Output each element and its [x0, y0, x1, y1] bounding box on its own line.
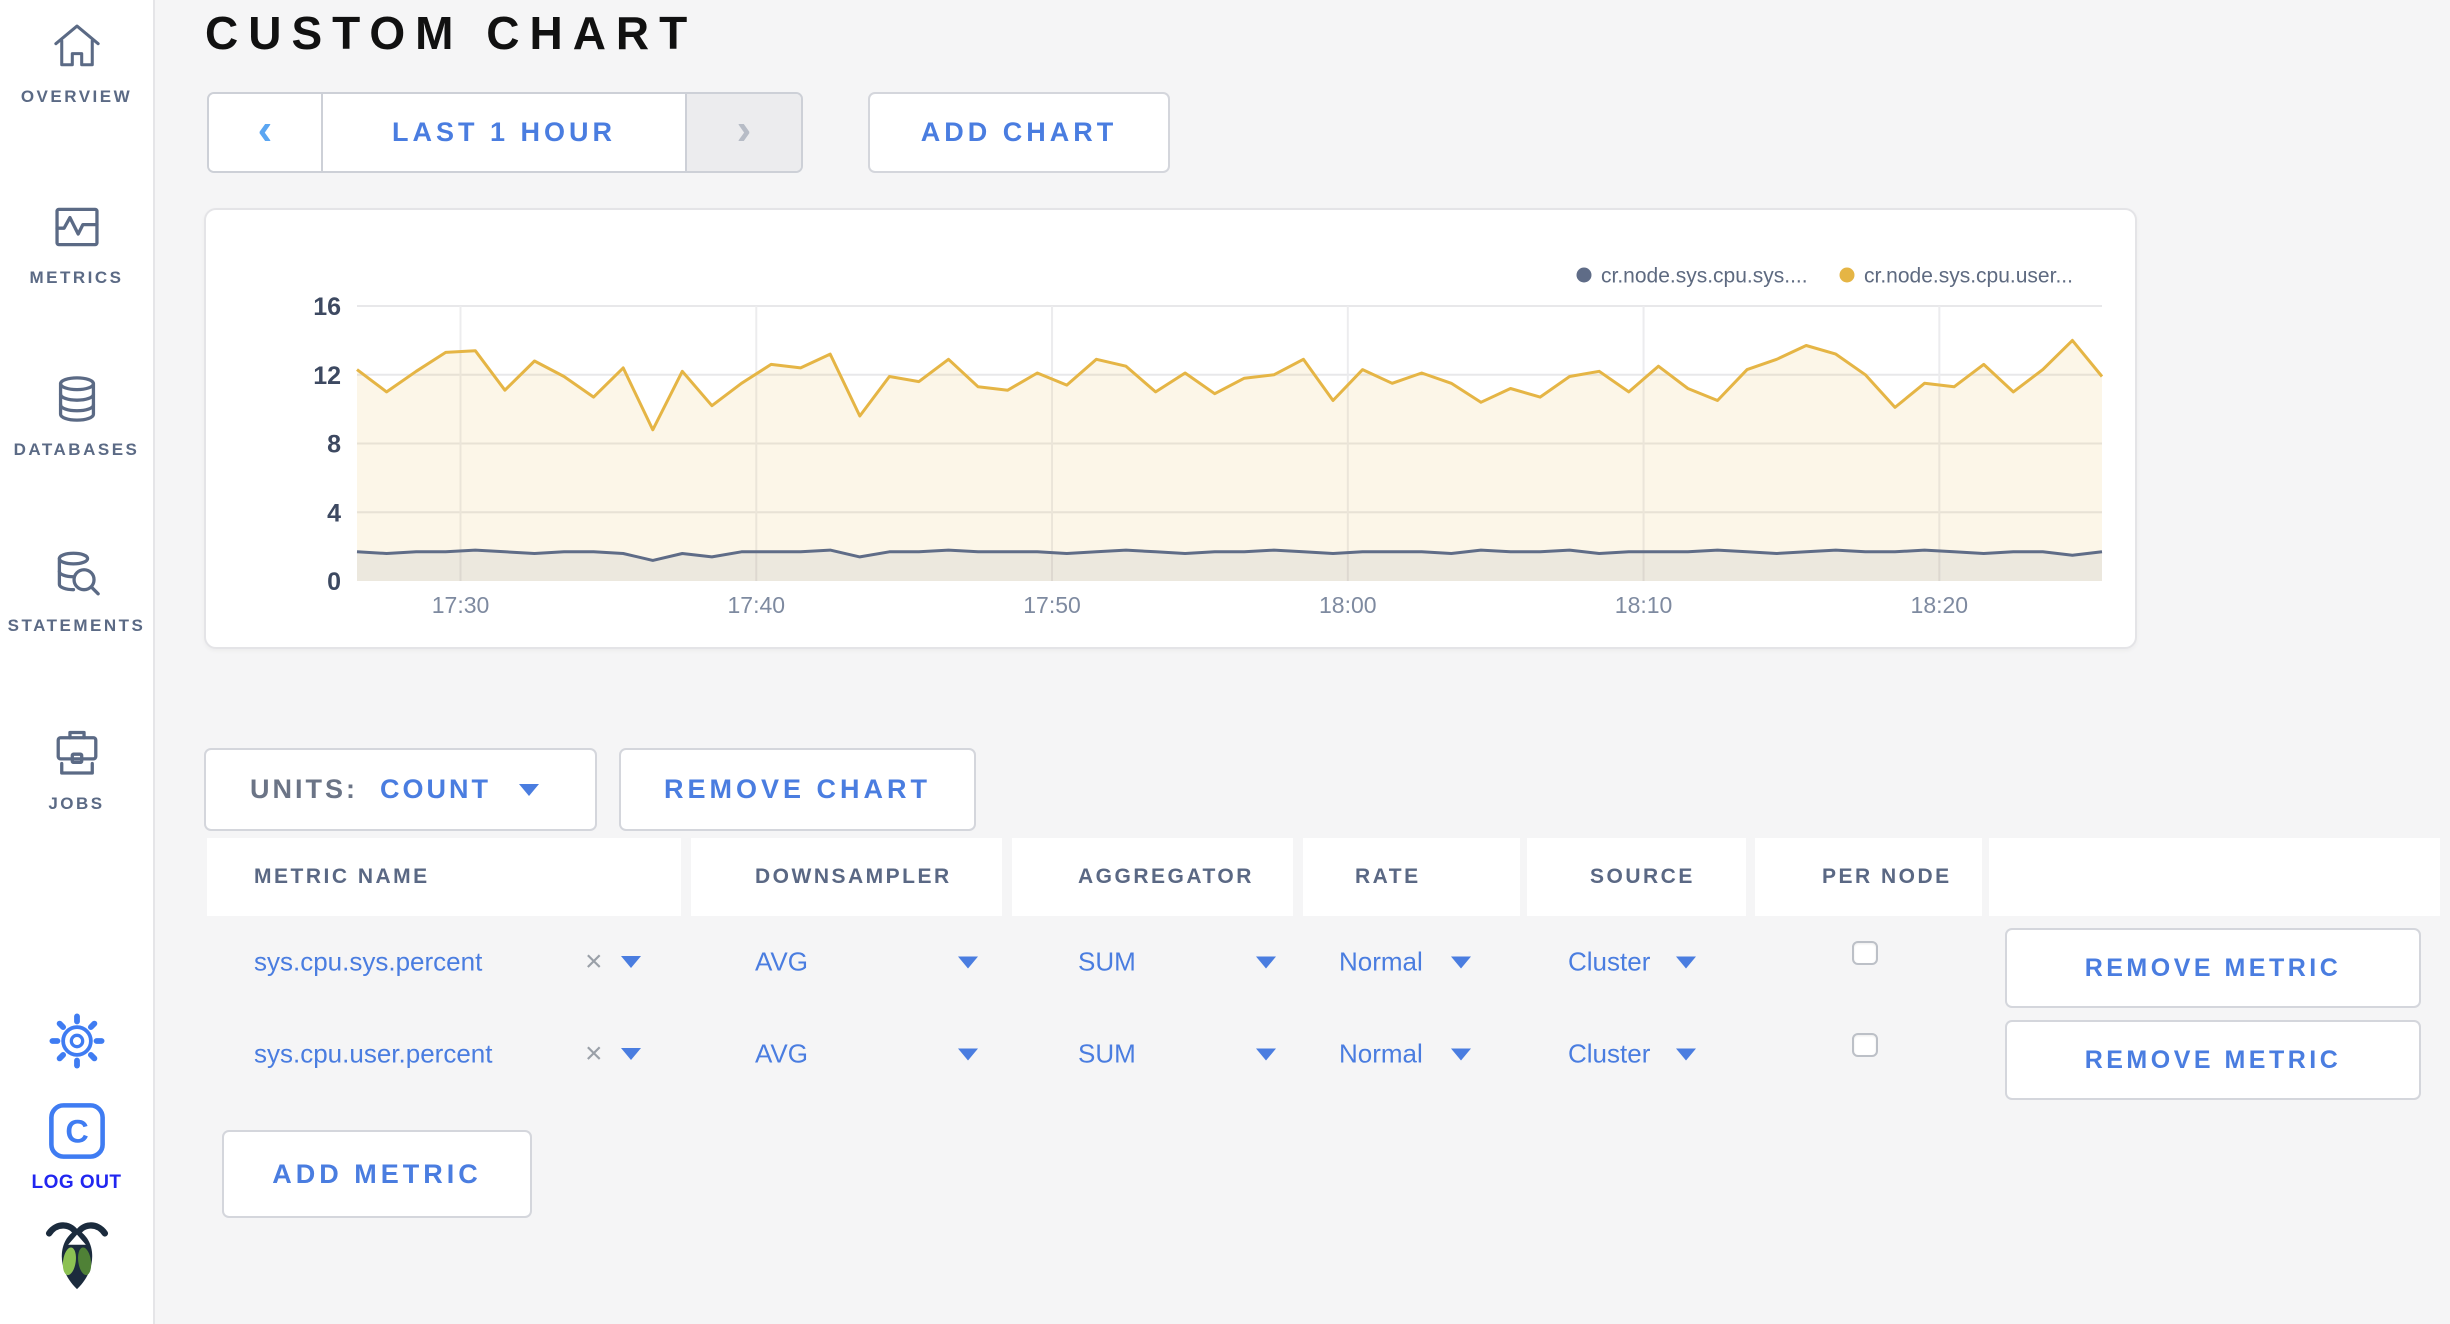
database-icon	[0, 372, 153, 426]
svg-text:C: C	[65, 1113, 88, 1149]
sidebar-item-overview[interactable]: OVERVIEW	[0, 19, 153, 107]
downsampler-value: AVG	[755, 946, 808, 977]
svg-text:cr.node.sys.cpu.sys....: cr.node.sys.cpu.sys....	[1601, 265, 1808, 288]
svg-text:17:50: 17:50	[1023, 592, 1081, 618]
chevron-right-icon: ›	[736, 104, 752, 154]
rate-dropdown[interactable]: Normal	[1339, 1039, 1471, 1070]
sidebar-item-label: DATABASES	[13, 440, 140, 459]
remove-metric-button[interactable]: REMOVE METRIC	[2005, 928, 2421, 1008]
settings-button[interactable]	[0, 1012, 153, 1070]
chevron-down-icon	[620, 956, 641, 968]
sidebar-item-label: METRICS	[29, 268, 124, 287]
col-header-per-node: PER NODE	[1755, 838, 1982, 916]
statements-search-icon	[0, 548, 153, 602]
rate-value: Normal	[1339, 946, 1423, 977]
aggregator-dropdown[interactable]: SUM	[1078, 1039, 1276, 1070]
col-header-aggregator: AGGREGATOR	[1012, 838, 1293, 916]
svg-text:18:20: 18:20	[1911, 592, 1969, 618]
sidebar-item-jobs[interactable]: JOBS	[0, 726, 153, 814]
svg-text:16: 16	[313, 293, 341, 321]
logout-label: LOG OUT	[31, 1172, 122, 1193]
sidebar-item-label: JOBS	[48, 794, 105, 813]
chevron-down-icon	[1450, 956, 1471, 968]
svg-text:12: 12	[313, 362, 341, 390]
per-node-checkbox[interactable]	[1852, 941, 1878, 965]
add-chart-button[interactable]: ADD CHART	[868, 92, 1170, 173]
svg-text:8: 8	[327, 431, 341, 459]
metrics-chart-icon	[0, 200, 153, 254]
col-header-rate: RATE	[1303, 838, 1520, 916]
remove-metric-button[interactable]: REMOVE METRIC	[2005, 1020, 2421, 1100]
briefcase-icon	[0, 726, 153, 780]
sidebar-item-label: STATEMENTS	[7, 616, 146, 635]
source-dropdown[interactable]: Cluster	[1568, 1038, 1697, 1070]
chevron-down-icon	[620, 1048, 641, 1060]
chevron-down-icon	[519, 783, 539, 796]
metric-name-dropdown[interactable]: ×	[585, 1039, 641, 1069]
remove-chart-button[interactable]: REMOVE CHART	[619, 748, 976, 831]
cockroach-bug-icon	[0, 1218, 153, 1302]
units-label: UNITS:	[250, 774, 358, 804]
metric-name-value: sys.cpu.sys.percent	[254, 946, 483, 977]
chevron-down-icon	[1676, 1048, 1697, 1060]
time-next-button[interactable]: ›	[687, 94, 801, 171]
metric-name-value: sys.cpu.user.percent	[254, 1038, 493, 1069]
aggregator-value: SUM	[1078, 946, 1136, 977]
time-range-dropdown[interactable]: LAST 1 HOUR	[321, 94, 687, 171]
logout-button[interactable]: C LOG OUT	[0, 1100, 153, 1194]
source-dropdown[interactable]: Cluster	[1568, 946, 1697, 978]
downsampler-dropdown[interactable]: AVG	[755, 947, 978, 978]
units-value: COUNT	[380, 774, 491, 804]
svg-text:17:30: 17:30	[432, 592, 490, 618]
rate-dropdown[interactable]: Normal	[1339, 947, 1471, 978]
gear-icon	[0, 1012, 153, 1070]
time-window-selector: ‹ LAST 1 HOUR ›	[207, 92, 803, 173]
home-icon	[0, 19, 153, 73]
chevron-down-icon	[1450, 1048, 1471, 1060]
svg-text:cr.node.sys.cpu.user...: cr.node.sys.cpu.user...	[1864, 265, 2073, 288]
chart-card: 17:30 17:40 17:50 18:00 18:10 18:20 0 4 8 12 16 cr.…	[204, 208, 2137, 649]
metric-table-row: sys.cpu.user.percent × AVG SUM Normal Cl…	[0, 1008, 2450, 1100]
metric-table-row: sys.cpu.sys.percent × AVG SUM Normal Clu…	[0, 916, 2450, 1008]
per-node-checkbox[interactable]	[1852, 1033, 1878, 1057]
svg-text:17:40: 17:40	[727, 592, 785, 618]
downsampler-value: AVG	[755, 1038, 808, 1069]
chevron-down-icon	[1676, 956, 1697, 968]
cockroach-c-logo-icon: C	[0, 1100, 153, 1162]
bottom-shadow	[560, 1254, 2260, 1324]
sidebar-item-label: OVERVIEW	[20, 87, 133, 106]
sidebar-item-metrics[interactable]: METRICS	[0, 200, 153, 288]
aggregator-dropdown[interactable]: SUM	[1078, 947, 1276, 978]
chevron-left-icon: ‹	[257, 104, 273, 154]
svg-text:18:00: 18:00	[1319, 592, 1377, 618]
page-title: CUSTOM CHART	[205, 7, 698, 59]
add-metric-button[interactable]: ADD METRIC	[222, 1130, 532, 1218]
col-header-metric-name: METRIC NAME	[207, 838, 681, 916]
chevron-down-icon	[957, 956, 978, 968]
aggregator-value: SUM	[1078, 1038, 1136, 1069]
downsampler-dropdown[interactable]: AVG	[755, 1039, 978, 1070]
col-header-actions	[1989, 838, 2440, 916]
cockroach-bug-logo[interactable]	[0, 1218, 153, 1302]
source-value: Cluster	[1568, 946, 1651, 977]
col-header-source: SOURCE	[1527, 838, 1746, 916]
col-header-downsampler: DOWNSAMPLER	[691, 838, 1002, 916]
chevron-down-icon	[957, 1048, 978, 1060]
source-value: Cluster	[1568, 1038, 1651, 1069]
svg-text:4: 4	[327, 499, 341, 527]
sidebar-item-statements[interactable]: STATEMENTS	[0, 548, 153, 636]
svg-text:0: 0	[327, 568, 341, 596]
sidebar: OVERVIEW METRICS DATABASES STATEMENTS JO…	[0, 0, 155, 1324]
metric-name-dropdown[interactable]: ×	[585, 947, 641, 977]
rate-value: Normal	[1339, 1038, 1423, 1069]
chevron-down-icon	[1255, 956, 1276, 968]
chevron-down-icon	[1255, 1048, 1276, 1060]
sidebar-item-databases[interactable]: DATABASES	[0, 372, 153, 460]
time-prev-button[interactable]: ‹	[209, 94, 321, 171]
custom-chart: 17:30 17:40 17:50 18:00 18:10 18:20 0 4 8 12 16 cr.…	[313, 265, 2104, 618]
clear-metric-icon[interactable]: ×	[585, 1039, 603, 1069]
units-dropdown[interactable]: UNITS: COUNT	[204, 748, 597, 831]
svg-text:18:10: 18:10	[1615, 592, 1673, 618]
clear-metric-icon[interactable]: ×	[585, 947, 603, 977]
